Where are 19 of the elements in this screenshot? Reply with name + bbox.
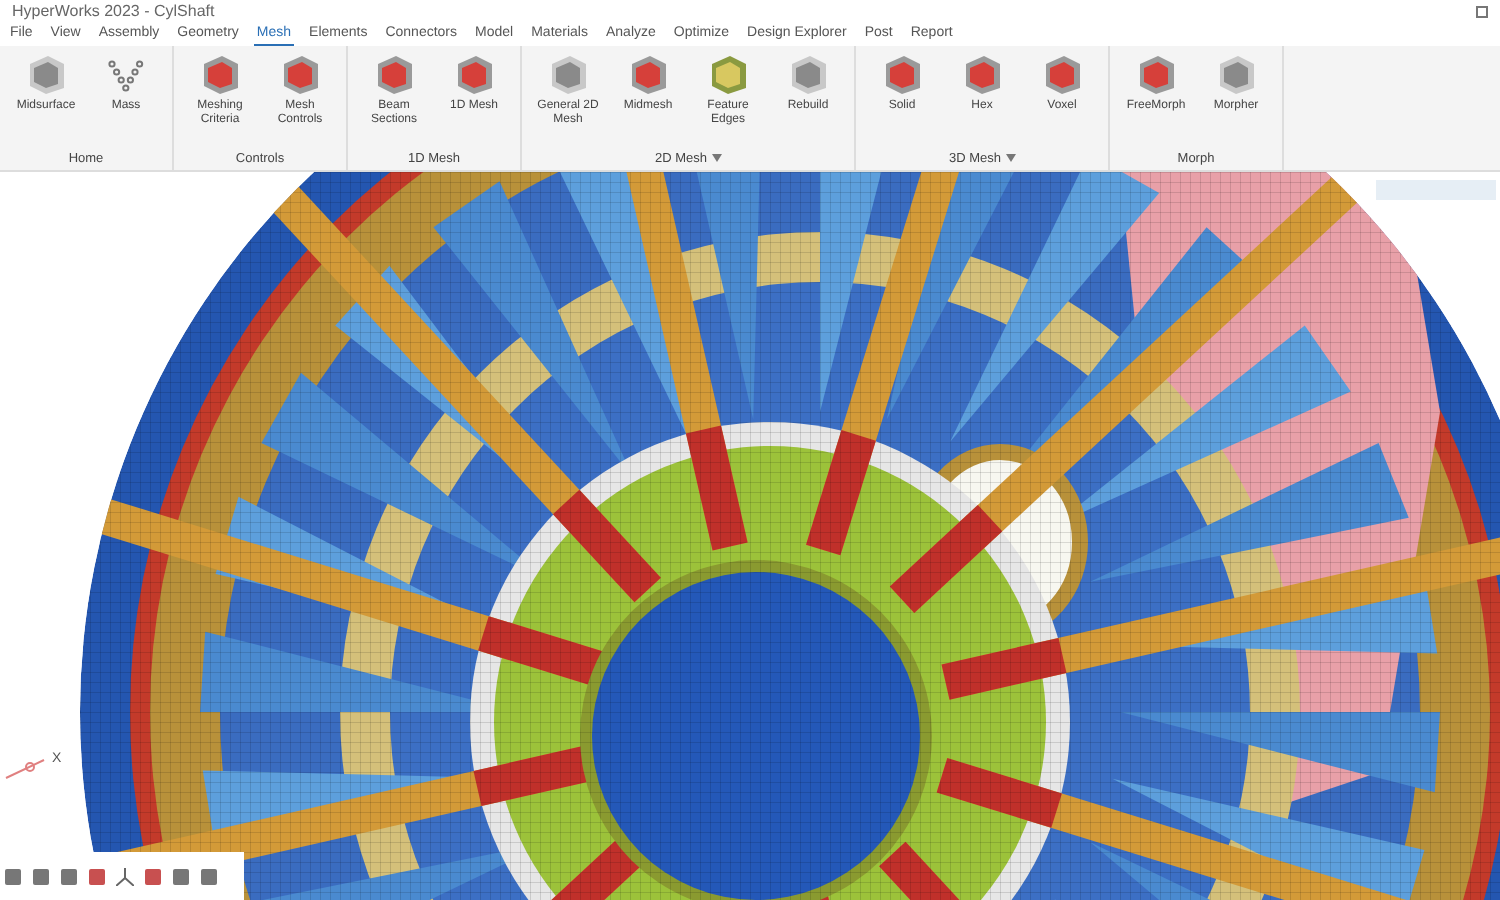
mesh-part-icon	[198, 51, 242, 96]
caret-icon[interactable]	[1005, 154, 1015, 163]
mesh-part-icon	[880, 51, 924, 96]
mesh-part-icon	[452, 51, 496, 96]
axes-icon[interactable]	[116, 867, 134, 885]
mesh-part-icon	[278, 51, 322, 96]
caret-icon[interactable]	[711, 154, 721, 163]
mesh-part-icon	[1134, 51, 1178, 96]
restore-icon[interactable]	[1476, 5, 1488, 18]
mesh-part-icon	[626, 51, 670, 96]
mesh-part-icon	[372, 51, 416, 96]
mesh-part-icon	[786, 51, 830, 96]
window-title: HyperWorks 2023 - CylShaft	[12, 2, 215, 21]
mesh-part-icon	[1214, 51, 1258, 96]
mesh-part-icon	[1040, 51, 1084, 96]
mesh-part-icon	[24, 51, 68, 96]
mesh-part-icon	[546, 51, 590, 96]
mesh-part-icon	[706, 51, 750, 96]
mesh-part-icon	[960, 51, 1004, 96]
